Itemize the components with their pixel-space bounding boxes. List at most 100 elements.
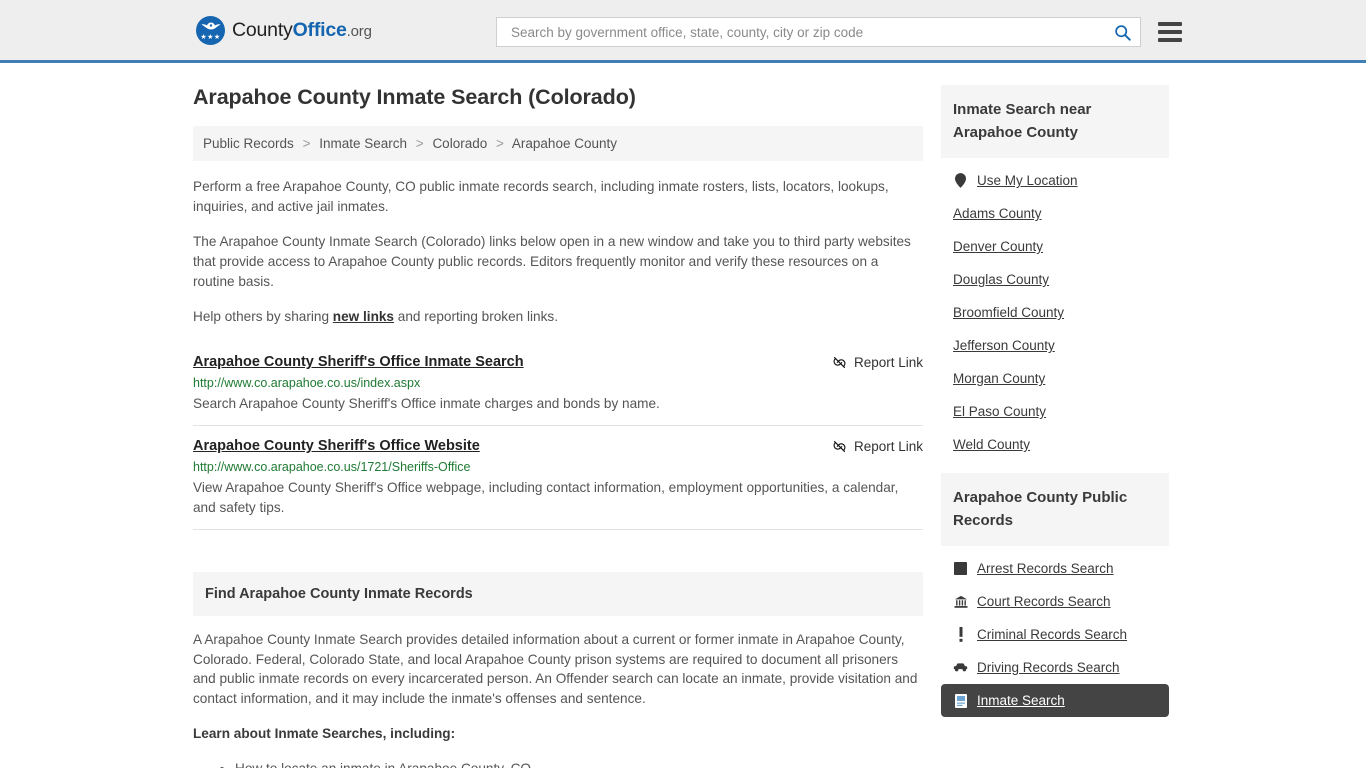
eagle-icon (201, 22, 220, 29)
breadcrumb-item-colorado[interactable]: Colorado (432, 136, 487, 151)
sidebar-records-list: Arrest Records Search Court Records Sear… (941, 546, 1169, 717)
result-title-link[interactable]: Arapahoe County Sheriff's Office Website (193, 438, 480, 454)
courthouse-icon (953, 594, 968, 609)
intro-p3-after: and reporting broken links. (394, 309, 558, 324)
hamburger-menu-icon[interactable] (1158, 22, 1182, 42)
sidebar-item-label[interactable]: Weld County (953, 437, 1030, 452)
sidebar-item-arrest-records-search[interactable]: Arrest Records Search (941, 552, 1169, 585)
search-icon[interactable] (1112, 22, 1132, 42)
breadcrumb-separator: > (415, 136, 424, 151)
sidebar-item-weld-county[interactable]: Weld County (941, 428, 1169, 461)
sidebar-item-jefferson-county[interactable]: Jefferson County (941, 329, 1169, 362)
page-title: Arapahoe County Inmate Search (Colorado) (193, 85, 636, 109)
magnifier-glyph (1114, 24, 1131, 41)
hamburger-bar (1158, 38, 1182, 42)
sidebar-panel-public-records: Arapahoe County Public Records Arrest Re… (941, 473, 1169, 717)
sidebar-item-driving-records-search[interactable]: Driving Records Search (941, 651, 1169, 684)
id-card-icon (953, 693, 968, 708)
sidebar-item-adams-county[interactable]: Adams County (941, 197, 1169, 230)
search-input[interactable] (509, 23, 1112, 41)
page-body: Arapahoe County Inmate Search (Colorado)… (0, 63, 1366, 768)
sidebar-item-inmate-search[interactable]: Inmate Search (941, 684, 1169, 717)
intro-paragraph-1: Perform a free Arapahoe County, CO publi… (193, 179, 889, 214)
intro-p3-before: Help others by sharing (193, 309, 333, 324)
section-paragraph: A Arapahoe County Inmate Search provides… (193, 632, 918, 706)
fingerprint-icon (953, 561, 968, 576)
result-description: Search Arapahoe County Sheriff's Office … (193, 396, 660, 411)
car-icon (953, 660, 968, 675)
section-bullet-list: How to locate an inmate in Arapahoe Coun… (193, 758, 923, 768)
county-office-logo-icon: ★★★ (196, 15, 225, 45)
report-link-label: Report Link (853, 355, 923, 370)
map-pin-icon (953, 173, 968, 188)
sidebar-item-label[interactable]: Adams County (953, 206, 1042, 221)
broken-link-icon (833, 440, 846, 453)
sidebar-item-label[interactable]: Denver County (953, 239, 1043, 254)
sidebar-item-denver-county[interactable]: Denver County (941, 230, 1169, 263)
sidebar: Inmate Search near Arapahoe County Use M… (941, 85, 1169, 768)
header-search-area (496, 17, 1182, 47)
sidebar-item-el-paso-county[interactable]: El Paso County (941, 395, 1169, 428)
main-column: Arapahoe County Inmate Search (Colorado)… (193, 85, 923, 768)
sidebar-records-heading: Arapahoe County Public Records (941, 473, 1169, 546)
sidebar-item-label[interactable]: El Paso County (953, 404, 1046, 419)
sidebar-item-label[interactable]: Criminal Records Search (977, 627, 1127, 642)
sidebar-item-label[interactable]: Use My Location (977, 173, 1078, 188)
broken-link-icon (833, 356, 846, 369)
sidebar-item-label[interactable]: Douglas County (953, 272, 1049, 287)
breadcrumb-item-inmate-search[interactable]: Inmate Search (319, 136, 407, 151)
sidebar-nearby-list: Use My Location Adams County Denver Coun… (941, 158, 1169, 461)
logo-wordmark: CountyOffice.org (232, 19, 372, 42)
list-item: How to locate an inmate in Arapahoe Coun… (235, 758, 923, 768)
breadcrumb-separator: > (302, 136, 311, 151)
new-links-link[interactable]: new links (333, 309, 394, 324)
hamburger-bar (1158, 30, 1182, 34)
result-item: Arapahoe County Sheriff's Office Website… (193, 426, 923, 530)
site-logo[interactable]: ★★★ CountyOffice.org (196, 15, 372, 45)
sidebar-item-label[interactable]: Jefferson County (953, 338, 1055, 353)
result-url: http://www.co.arapahoe.co.us/index.aspx (193, 376, 421, 390)
sidebar-item-morgan-county[interactable]: Morgan County (941, 362, 1169, 395)
logo-text-county: County (232, 18, 293, 41)
breadcrumb-separator: > (496, 136, 504, 151)
sidebar-item-label[interactable]: Driving Records Search (977, 660, 1120, 675)
breadcrumb: Public Records > Inmate Search > Colorad… (193, 126, 923, 161)
result-url: http://www.co.arapahoe.co.us/1721/Sherif… (193, 460, 471, 474)
sidebar-item-label[interactable]: Arrest Records Search (977, 561, 1114, 576)
sidebar-nearby-heading: Inmate Search near Arapahoe County (941, 85, 1169, 158)
result-header: Arapahoe County Sheriff's Office Inmate … (193, 354, 923, 370)
sidebar-item-broomfield-county[interactable]: Broomfield County (941, 296, 1169, 329)
report-link-label: Report Link (853, 439, 923, 454)
section-body: A Arapahoe County Inmate Search provides… (193, 630, 923, 768)
intro-paragraph-3: Help others by sharing new links and rep… (193, 307, 923, 327)
breadcrumb-item-arapahoe-county[interactable]: Arapahoe County (512, 136, 617, 151)
sidebar-item-label[interactable]: Morgan County (953, 371, 1045, 386)
intro-text: Perform a free Arapahoe County, CO publi… (193, 177, 923, 327)
sidebar-item-use-my-location[interactable]: Use My Location (941, 164, 1169, 197)
sidebar-panel-nearby: Inmate Search near Arapahoe County Use M… (941, 85, 1169, 461)
result-item: Arapahoe County Sheriff's Office Inmate … (193, 342, 923, 426)
report-link-button[interactable]: Report Link (832, 354, 923, 370)
sidebar-item-criminal-records-search[interactable]: Criminal Records Search (941, 618, 1169, 651)
search-box[interactable] (496, 17, 1141, 47)
hamburger-bar (1158, 22, 1182, 26)
exclamation-icon (953, 627, 968, 642)
result-description: View Arapahoe County Sheriff's Office we… (193, 480, 899, 515)
sidebar-item-court-records-search[interactable]: Court Records Search (941, 585, 1169, 618)
logo-text-org: .org (346, 22, 372, 40)
report-link-button[interactable]: Report Link (832, 438, 923, 454)
result-title-link[interactable]: Arapahoe County Sheriff's Office Inmate … (193, 354, 524, 370)
content-wrapper: Arapahoe County Inmate Search (Colorado)… (193, 63, 1173, 768)
intro-paragraph-2: The Arapahoe County Inmate Search (Color… (193, 234, 911, 289)
result-header: Arapahoe County Sheriff's Office Website… (193, 438, 923, 454)
sidebar-item-label[interactable]: Court Records Search (977, 594, 1111, 609)
sidebar-item-label[interactable]: Inmate Search (977, 693, 1065, 708)
breadcrumb-item-public-records[interactable]: Public Records (203, 136, 294, 151)
logo-text-office: Office (292, 18, 347, 41)
logo-stars: ★★★ (200, 33, 221, 41)
sidebar-item-label[interactable]: Broomfield County (953, 305, 1064, 320)
section-subheading: Learn about Inmate Searches, including: (193, 726, 456, 742)
section-heading: Find Arapahoe County Inmate Records (193, 572, 923, 616)
site-header: ★★★ CountyOffice.org (0, 0, 1366, 63)
sidebar-item-douglas-county[interactable]: Douglas County (941, 263, 1169, 296)
